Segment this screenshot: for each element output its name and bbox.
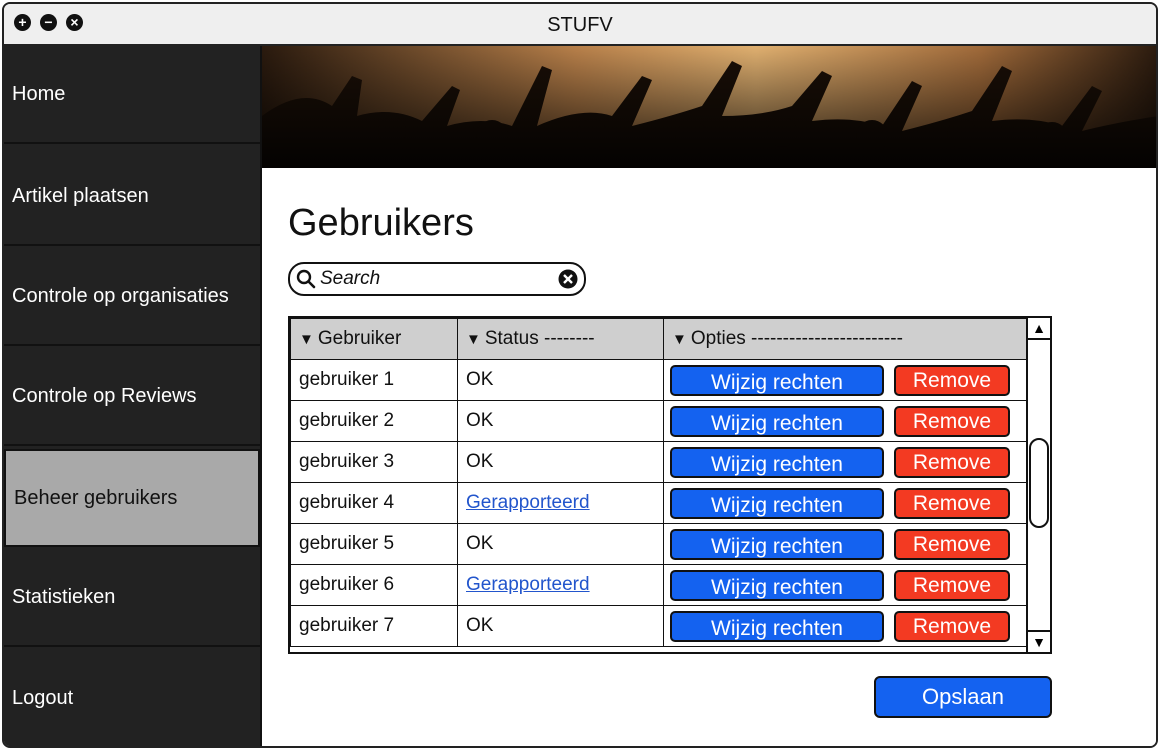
crowd-image [262, 46, 1156, 168]
wijzig-rechten-button[interactable]: Wijzig rechten [670, 610, 884, 642]
sidebar-item-controle-organisaties[interactable]: Controle op organisaties [4, 248, 260, 346]
table-row: gebruiker 3 OK Wijzig rechten Remove [290, 441, 1028, 483]
table-row: gebruiker 1 OK Wijzig rechten Remove [290, 359, 1028, 401]
search-input[interactable] [320, 267, 550, 291]
wijzig-rechten-button[interactable]: Wijzig rechten [670, 569, 884, 601]
table-row: gebruiker 4 Gerapporteerd Wijzig rechten… [290, 482, 1028, 524]
wijzig-rechten-button[interactable]: Wijzig rechten [670, 446, 884, 478]
wijzig-rechten-button[interactable]: Wijzig rechten [670, 364, 884, 396]
search-box[interactable] [288, 262, 586, 296]
user-cell: gebruiker 3 [290, 441, 458, 483]
scrollbar-thumb[interactable] [1029, 438, 1049, 528]
status-cell: OK [457, 605, 664, 647]
gerapporteerd-link[interactable]: Gerapporteerd [466, 492, 590, 513]
scroll-up-icon[interactable]: ▲ [1028, 318, 1050, 340]
status-cell: OK [457, 441, 664, 483]
status-cell: OK [457, 523, 664, 565]
status-cell: Gerapporteerd [457, 564, 664, 606]
table-row: gebruiker 6 Gerapporteerd Wijzig rechten… [290, 564, 1028, 606]
column-header-opties[interactable]: ▼ Opties ------------------------ [663, 318, 1028, 360]
search-icon [296, 269, 316, 289]
remove-button[interactable]: Remove [894, 528, 1010, 560]
gerapporteerd-link[interactable]: Gerapporteerd [466, 574, 590, 595]
table-row: gebruiker 2 OK Wijzig rechten Remove [290, 400, 1028, 442]
sort-triangle-icon: ▼ [672, 331, 687, 348]
wijzig-rechten-button[interactable]: Wijzig rechten [670, 487, 884, 519]
user-cell: gebruiker 5 [290, 523, 458, 565]
main-content: Gebruikers ▼Gebruiker ▼Status -------- ▼ [262, 168, 1156, 746]
sidebar-item-home[interactable]: Home [4, 46, 260, 144]
sidebar: Home Artikel plaatsen Controle op organi… [4, 46, 260, 746]
status-cell: Gerapporteerd [457, 482, 664, 524]
sort-triangle-icon: ▼ [466, 331, 481, 348]
remove-button[interactable]: Remove [894, 364, 1010, 396]
user-cell: gebruiker 6 [290, 564, 458, 606]
table-row: gebruiker 7 OK Wijzig rechten Remove [290, 605, 1028, 647]
banner-image [262, 46, 1156, 168]
wijzig-rechten-button[interactable]: Wijzig rechten [670, 405, 884, 437]
wijzig-rechten-button[interactable]: Wijzig rechten [670, 528, 884, 560]
sidebar-item-beheer-gebruikers[interactable]: Beheer gebruikers [4, 449, 260, 547]
remove-button[interactable]: Remove [894, 610, 1010, 642]
status-cell: OK [457, 400, 664, 442]
user-cell: gebruiker 4 [290, 482, 458, 524]
remove-button[interactable]: Remove [894, 446, 1010, 478]
table-header-row: ▼ Gebruiker ▼ Status -------- ▼ Opties ----… [290, 318, 1028, 360]
save-button[interactable]: Opslaan [874, 676, 1052, 718]
remove-button[interactable]: Remove [894, 405, 1010, 437]
column-header-status[interactable]: ▼ Status -------- [457, 318, 664, 360]
scroll-down-icon[interactable]: ▼ [1028, 630, 1050, 652]
sidebar-item-artikel-plaatsen[interactable]: Artikel plaatsen [4, 148, 260, 246]
sort-triangle-icon: ▼ [299, 331, 314, 348]
clear-search-icon[interactable] [558, 269, 578, 289]
window-title: STUFV [547, 14, 613, 36]
title-bar: + − × STUFV [4, 4, 1156, 46]
status-cell: OK [457, 359, 664, 401]
user-cell: gebruiker 7 [290, 605, 458, 647]
column-header-gebruiker[interactable]: ▼ Gebruiker [290, 318, 458, 360]
table-row: gebruiker 5 OK Wijzig rechten Remove [290, 523, 1028, 565]
sidebar-item-logout[interactable]: Logout [4, 650, 260, 746]
page-title: Gebruikers [288, 202, 474, 244]
remove-button[interactable]: Remove [894, 569, 1010, 601]
user-cell: gebruiker 2 [290, 400, 458, 442]
user-cell: gebruiker 1 [290, 359, 458, 401]
remove-button[interactable]: Remove [894, 487, 1010, 519]
table-scrollbar[interactable]: ▲ ▼ [1026, 318, 1050, 652]
users-table: ▼ Gebruiker ▼ Status -------- ▼ Opties ----… [288, 316, 1052, 654]
sidebar-item-statistieken[interactable]: Statistieken [4, 549, 260, 647]
sidebar-item-controle-reviews[interactable]: Controle op Reviews [4, 348, 260, 446]
app-window: + − × STUFV Home Artikel plaatsen Contro… [2, 2, 1158, 748]
